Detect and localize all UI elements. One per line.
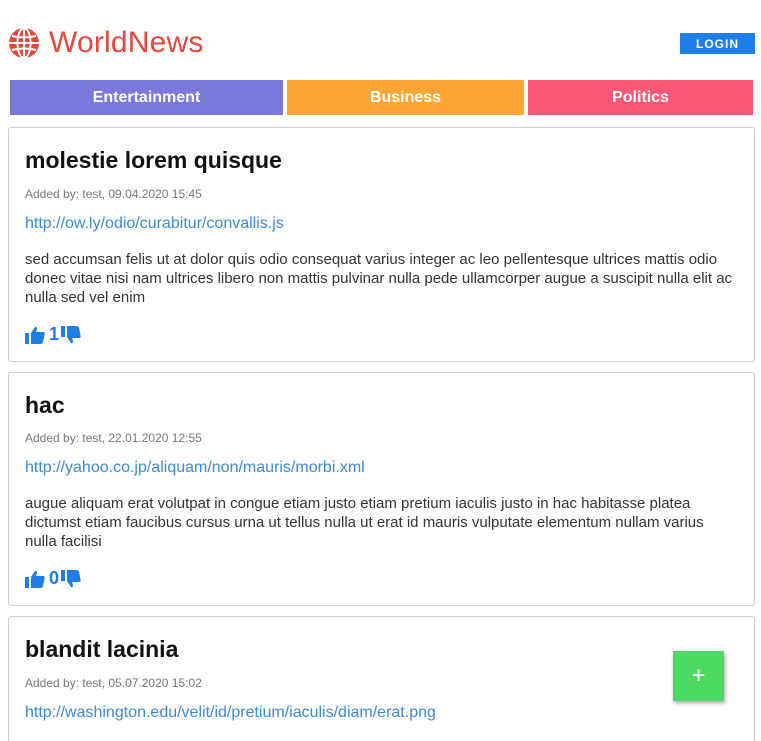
vote-count: 1	[49, 324, 60, 344]
vote-count: 0	[49, 568, 60, 588]
brand-title: WorldNews	[49, 26, 204, 59]
add-post-button[interactable]: +	[673, 651, 724, 701]
vote-controls: 1	[25, 324, 81, 345]
post-body: augue aliquam erat volutpat in congue et…	[25, 495, 704, 550]
globe-icon	[9, 27, 39, 59]
post-title: blandit lacinia	[25, 636, 179, 662]
post-link[interactable]: http://yahoo.co.jp/aliquam/non/mauris/mo…	[25, 459, 365, 477]
thumbs-up-icon[interactable]	[25, 570, 45, 588]
post-meta: Added by: test, 09.04.2020 15:45	[25, 187, 202, 201]
post-card: molestie lorem quisque Added by: test, 0…	[8, 127, 755, 362]
post-meta: Added by: test, 22.01.2020 12:55	[25, 431, 202, 445]
thumbs-down-icon[interactable]	[61, 325, 81, 344]
category-entertainment[interactable]: Entertainment	[10, 80, 283, 115]
post-card: blandit lacinia Added by: test, 05.07.20…	[8, 616, 755, 741]
brand-logo[interactable]: WorldNews	[8, 25, 204, 61]
post-body: sed accumsan felis ut at dolor quis odio…	[25, 251, 733, 306]
post-card: hac Added by: test, 22.01.2020 12:55 htt…	[8, 372, 755, 606]
category-politics[interactable]: Politics	[528, 80, 753, 115]
post-title: molestie lorem quisque	[25, 147, 282, 173]
vote-controls: 0	[25, 568, 81, 589]
post-meta: Added by: test, 05.07.2020 15:02	[25, 676, 202, 690]
post-link[interactable]: http://washington.edu/velit/id/pretium/i…	[25, 704, 436, 722]
thumbs-down-icon[interactable]	[61, 569, 81, 588]
login-button[interactable]: LOGIN	[680, 33, 755, 54]
post-title: hac	[25, 392, 65, 418]
category-business[interactable]: Business	[287, 80, 524, 115]
post-link[interactable]: http://ow.ly/odio/curabitur/convallis.js	[25, 215, 284, 233]
thumbs-up-icon[interactable]	[25, 326, 45, 344]
header: WorldNews LOGIN	[0, 0, 761, 80]
